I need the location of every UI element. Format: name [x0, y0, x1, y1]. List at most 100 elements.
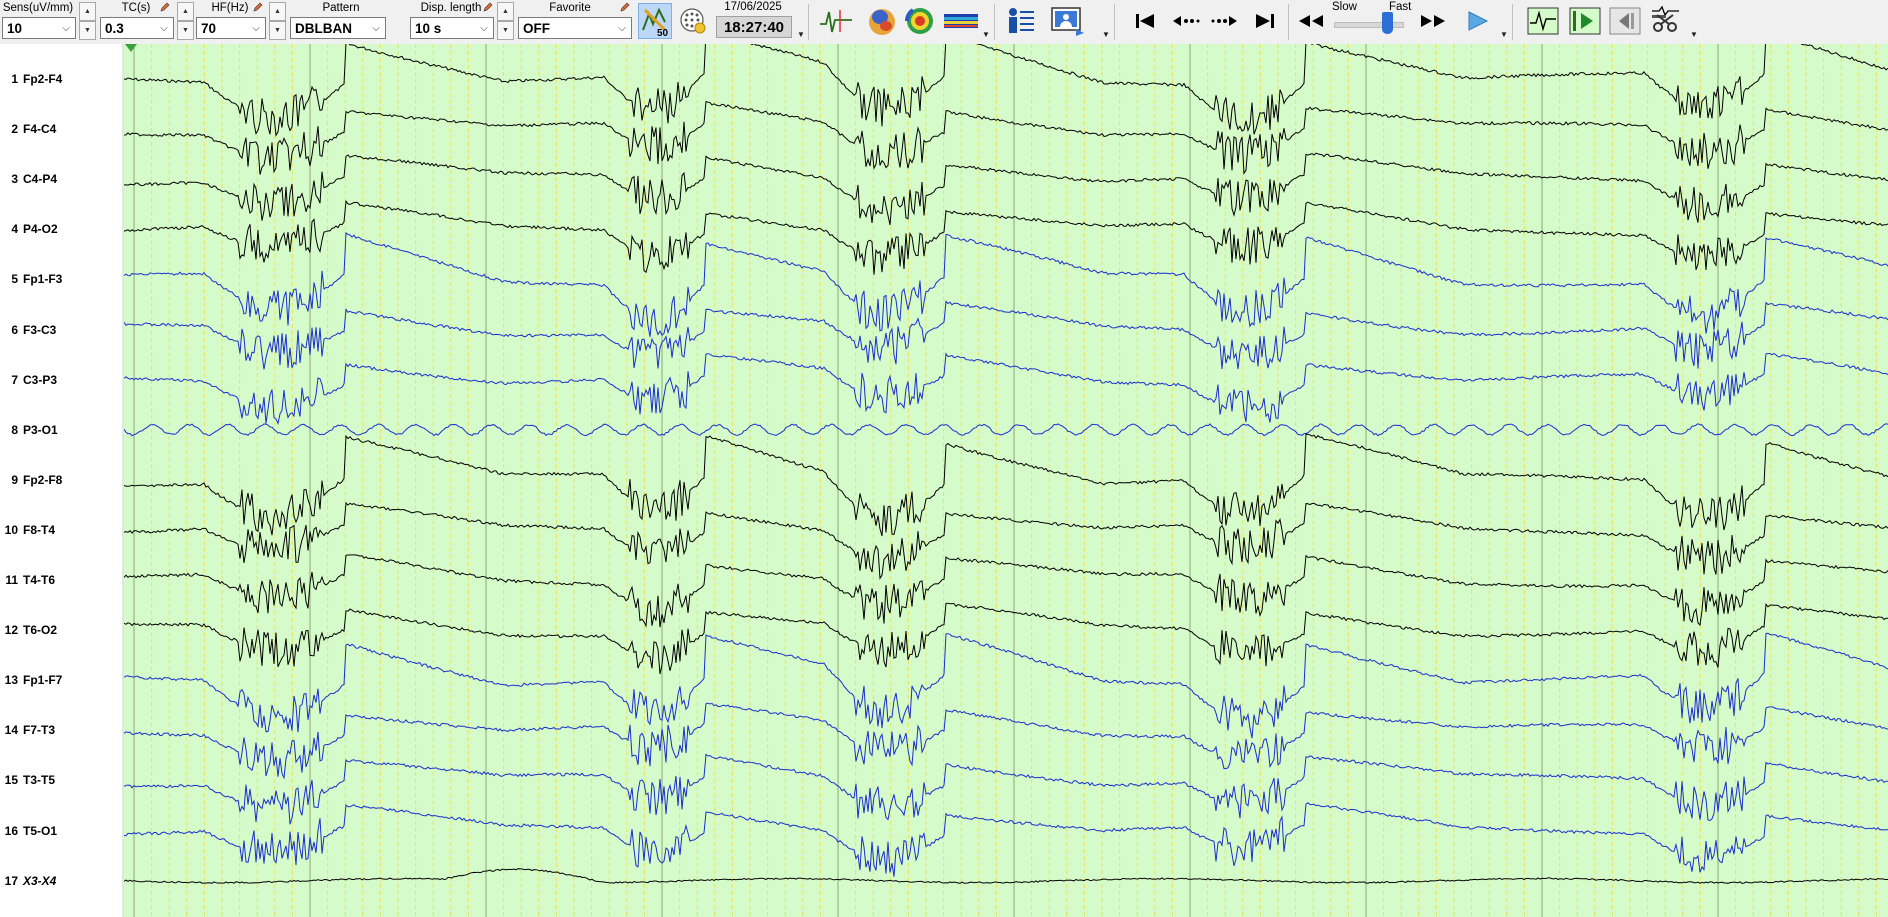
- display-length-select[interactable]: 10 s ⌵: [410, 17, 494, 39]
- channel-index: 17: [4, 873, 18, 888]
- video-dropdown-arrow[interactable]: ▼: [1102, 30, 1110, 39]
- pencil-icon[interactable]: [619, 1, 631, 13]
- favorite-select[interactable]: OFF ⌵: [518, 17, 632, 39]
- event-marker-icon[interactable]: [125, 44, 137, 52]
- channel-label[interactable]: 5 Fp1-F3: [0, 270, 122, 290]
- trace-view-button[interactable]: [1526, 3, 1560, 39]
- high-filter-control: HF(Hz) 70 ⌵ ▲ ▼: [196, 0, 286, 44]
- high-filter-select[interactable]: 70 ⌵: [196, 17, 266, 39]
- speed-slider-thumb[interactable]: [1382, 12, 1394, 34]
- notch-filter-button[interactable]: 50: [638, 3, 672, 39]
- next-page-icon: [1211, 16, 1237, 26]
- notch-badge-text: 50: [657, 28, 669, 38]
- spectrum-icon: [944, 14, 978, 28]
- spectrum-button[interactable]: [940, 3, 982, 39]
- channel-label[interactable]: 13 Fp1-F7: [0, 671, 122, 691]
- channel-label[interactable]: 9 Fp2-F8: [0, 471, 122, 491]
- time-constant-up-button[interactable]: ▲: [177, 2, 194, 21]
- tools-dropdown-arrow[interactable]: ▼: [1690, 30, 1698, 39]
- channel-label[interactable]: 8 P3-O1: [0, 421, 122, 441]
- time-constant-select[interactable]: 0.3 ⌵: [100, 17, 174, 39]
- chevron-down-icon: ⌵: [618, 23, 626, 34]
- channel-name: F4-C4: [23, 122, 57, 137]
- channel-index: 5: [11, 272, 18, 287]
- prev-page-button[interactable]: [1168, 3, 1202, 39]
- channel-label[interactable]: 2 F4-C4: [0, 120, 122, 140]
- view-dropdown-arrow[interactable]: ▼: [982, 30, 990, 39]
- video-button[interactable]: [1048, 3, 1088, 39]
- pattern-select[interactable]: DBLBAN ⌵: [290, 17, 386, 39]
- display-length-value: 10 s: [415, 21, 442, 36]
- topography-icon: [904, 8, 933, 34]
- speed-slow-label: Slow: [1332, 1, 1357, 13]
- channel-index: 11: [5, 573, 18, 587]
- channel-label[interactable]: 11 T4-T6: [0, 571, 122, 591]
- channel-name: C4-P4: [23, 172, 58, 187]
- chevron-down-icon: ⌵: [252, 23, 260, 34]
- speed-slider-track[interactable]: [1334, 22, 1404, 28]
- spike-button[interactable]: [816, 3, 856, 39]
- previous-icon: [1609, 7, 1641, 35]
- pencil-icon[interactable]: [159, 1, 171, 13]
- go-start-button[interactable]: [1130, 3, 1160, 39]
- channel-label[interactable]: 16 T5-O1: [0, 822, 122, 842]
- prev-page-icon: [1173, 16, 1200, 26]
- channel-label[interactable]: 4 P4-O2: [0, 220, 122, 240]
- channel-label[interactable]: 14 F7-T3: [0, 721, 122, 741]
- settings-tools-button[interactable]: [1646, 3, 1686, 39]
- trace-play-button[interactable]: [1568, 3, 1602, 39]
- time-constant-down-button[interactable]: ▼: [177, 21, 194, 40]
- channel-name: Fp2-F4: [23, 72, 63, 86]
- head-map-icon: [869, 9, 895, 35]
- display-length-down-button[interactable]: ▼: [497, 21, 514, 40]
- play-button[interactable]: [1460, 3, 1494, 39]
- fast-forward-button[interactable]: [1416, 3, 1450, 39]
- go-end-button[interactable]: [1250, 3, 1280, 39]
- next-page-button[interactable]: [1208, 3, 1242, 39]
- high-filter-down-button[interactable]: ▼: [269, 21, 286, 40]
- channel-index: 7: [11, 372, 18, 387]
- trace-view-icon: [1527, 7, 1559, 35]
- channel-label[interactable]: 10 F8-T4: [0, 521, 122, 541]
- rewind-button[interactable]: [1294, 3, 1328, 39]
- toolbar: Sens(uV/mm) 10 ⌵ ▲ ▼ TC(s) 0.3 ⌵ ▲ ▼ HF(Hz…: [0, 0, 1888, 45]
- channel-label[interactable]: 6 F3-C3: [0, 321, 122, 341]
- channel-label[interactable]: 3 C4-P4: [0, 170, 122, 190]
- previous-button[interactable]: [1608, 3, 1642, 39]
- sensitivity-up-button[interactable]: ▲: [79, 2, 96, 21]
- speed-fast-label: Fast: [1389, 1, 1412, 13]
- high-filter-up-button[interactable]: ▲: [269, 2, 286, 21]
- channel-label[interactable]: 15 T3-T5: [0, 771, 122, 791]
- chevron-down-icon: ⌵: [160, 23, 168, 34]
- channel-name: T4-T6: [23, 573, 56, 587]
- favorite-value: OFF: [523, 21, 550, 36]
- electrode-grid-button[interactable]: [676, 3, 710, 39]
- channel-index: 3: [11, 172, 18, 187]
- rewind-icon: [1299, 15, 1323, 27]
- sensitivity-down-button[interactable]: ▼: [79, 21, 96, 40]
- channel-index: 6: [11, 322, 18, 337]
- channel-label[interactable]: 12 T6-O2: [0, 621, 122, 641]
- sensitivity-select[interactable]: 10 ⌵: [2, 17, 76, 39]
- channel-label[interactable]: 7 C3-P3: [0, 371, 122, 391]
- channel-name: T5-O1: [23, 823, 58, 838]
- eeg-trace-area[interactable]: [124, 44, 1888, 917]
- pencil-icon[interactable]: [482, 1, 494, 13]
- display-length-up-button[interactable]: ▲: [497, 2, 514, 21]
- head-map-button[interactable]: [862, 3, 902, 39]
- sensitivity-label: Sens(uV/mm): [2, 2, 74, 14]
- channel-label[interactable]: 1 Fp2-F4: [0, 70, 122, 90]
- display-length-label: Disp. length: [420, 2, 482, 14]
- pattern-value: DBLBAN: [295, 21, 352, 36]
- play-dropdown-arrow[interactable]: ▼: [1500, 30, 1508, 39]
- pattern-label: Pattern: [322, 2, 360, 14]
- channel-label[interactable]: 17 X3-X4: [0, 872, 122, 892]
- channel-trace: [124, 868, 1888, 884]
- chevron-down-icon: ⌵: [372, 23, 380, 34]
- topography-button[interactable]: [900, 3, 940, 39]
- pencil-icon[interactable]: [252, 1, 264, 13]
- patient-info-icon: [1009, 8, 1034, 33]
- patient-info-button[interactable]: [1000, 3, 1040, 39]
- channel-trace: [124, 632, 1888, 739]
- time-dropdown-arrow[interactable]: ▼: [797, 30, 805, 39]
